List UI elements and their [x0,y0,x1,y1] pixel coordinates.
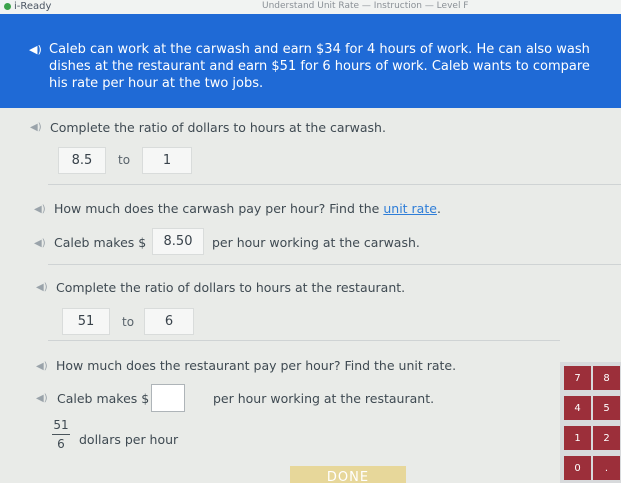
key-8[interactable]: 8 [593,366,620,390]
ratio-to-label: to [118,153,131,167]
done-button[interactable]: DONE [290,466,406,483]
carwash-ratio-prompt: Complete the ratio of dollars to hours a… [50,120,386,135]
top-bar: i-Ready Understand Unit Rate — Instructi… [0,0,621,14]
breadcrumb: Understand Unit Rate — Instruction — Lev… [262,1,469,11]
speaker-icon[interactable]: ◀) [30,122,42,133]
speaker-icon[interactable]: ◀) [36,393,48,404]
speaker-icon[interactable]: ◀) [36,361,48,372]
fraction-bar [52,434,70,435]
fraction-numerator: 51 [53,418,69,432]
iready-logo-icon [4,3,11,10]
carwash-answer-prefix: Caleb makes $ [54,235,147,250]
unit-rate-fraction: 51 6 [52,418,70,451]
key-5[interactable]: 5 [593,396,620,420]
key-2[interactable]: 2 [593,426,620,450]
speaker-icon[interactable]: ◀) [29,43,42,56]
restaurant-answer-suffix: per hour working at the restaurant. [213,391,435,406]
carwash-answer-suffix: per hour working at the carwash. [212,235,420,250]
unit-rate-link[interactable]: unit rate [383,201,437,216]
divider [48,184,621,185]
problem-banner: ◀) Caleb can work at the carwash and ear… [0,14,621,108]
divider [48,340,560,341]
speaker-icon[interactable]: ◀) [34,204,46,215]
speaker-icon[interactable]: ◀) [34,238,46,249]
restaurant-rate-question: How much does the restaurant pay per hou… [56,358,457,373]
carwash-dollars-box[interactable]: 8.5 [58,147,106,174]
restaurant-dollars-box[interactable]: 51 [62,308,110,335]
key-0[interactable]: 0 [564,456,591,480]
fraction-denominator: 6 [57,437,65,451]
app-brand: i-Ready [4,1,51,12]
restaurant-answer-input[interactable] [151,384,185,412]
question-period: . [436,201,441,216]
key-decimal[interactable]: . [593,456,620,480]
restaurant-answer-prefix: Caleb makes $ [57,391,150,406]
question-text: How much does the carwash pay per hour? … [54,201,384,216]
key-4[interactable]: 4 [564,396,591,420]
ratio-to-label: to [122,315,135,329]
problem-text: Caleb can work at the carwash and earn $… [49,42,590,91]
speaker-icon[interactable]: ◀) [36,282,48,293]
carwash-answer-box[interactable]: 8.50 [152,228,204,255]
app-name: i-Ready [14,1,52,12]
carwash-hours-box[interactable]: 1 [142,147,192,174]
restaurant-hours-box[interactable]: 6 [144,308,194,335]
fraction-unit-label: dollars per hour [79,432,179,447]
key-1[interactable]: 1 [564,426,591,450]
number-keypad: 7 8 4 5 1 2 0 . [560,362,621,483]
carwash-rate-question: How much does the carwash pay per hour? … [54,201,441,216]
restaurant-ratio-prompt: Complete the ratio of dollars to hours a… [56,280,406,295]
divider [48,264,621,265]
key-7[interactable]: 7 [564,366,591,390]
